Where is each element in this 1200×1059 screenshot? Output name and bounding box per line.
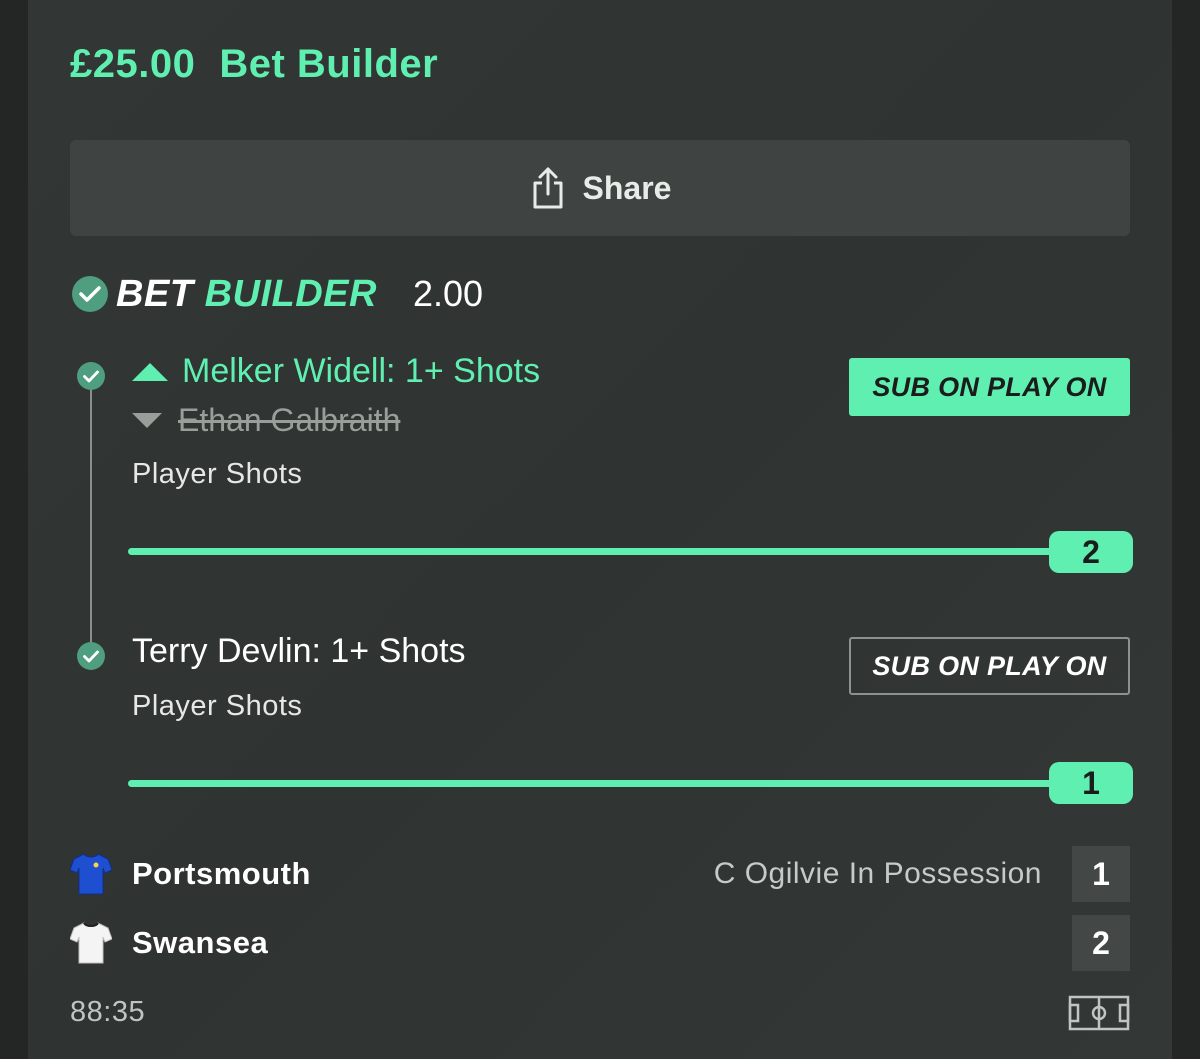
share-label: Share (582, 169, 672, 206)
leg1-title-text: Melker Widell: 1+ Shots (182, 352, 541, 390)
away-team-row: Swansea 2 (70, 915, 1130, 971)
home-score: 1 (1072, 846, 1130, 902)
timeline-connector (90, 385, 92, 655)
home-kit-icon (70, 852, 112, 896)
bet-builder-row: BET BUILDER 2.00 (72, 270, 483, 318)
match-clock: 88:35 (70, 996, 146, 1028)
leg1-market: Player Shots (132, 458, 303, 490)
logo-part2: BUILDER (204, 272, 377, 315)
leg2-progress-fill (128, 780, 1128, 787)
stake-amount: £25.00 (70, 42, 196, 86)
leg2-sub-on-play-on-button[interactable]: SUB ON PLAY ON (849, 637, 1130, 695)
leg2-progress-value: 1 (1049, 762, 1133, 804)
leg1-title: Melker Widell: 1+ Shots (132, 352, 540, 391)
home-team-row: Portsmouth C Ogilvie In Possession 1 (70, 846, 1130, 902)
pitch-icon[interactable] (1068, 995, 1130, 1031)
leg1-check-icon (77, 362, 105, 390)
left-frame (0, 0, 28, 1059)
replaced-player-name: Ethan Galbraith (178, 402, 401, 438)
leg1-progress-fill (128, 548, 1128, 555)
bet-odds: 2.00 (412, 273, 484, 314)
sub-off-arrow-down-icon (132, 413, 162, 428)
leg2-title: Terry Devlin: 1+ Shots (132, 632, 466, 670)
leg2-check-icon (77, 642, 105, 670)
share-icon (533, 167, 563, 209)
leg1-replaced-player: Ethan Galbraith (132, 402, 400, 439)
sub-on-arrow-up-icon (132, 362, 168, 381)
leg1-sub-on-play-on-button[interactable]: SUB ON PLAY ON (849, 358, 1130, 416)
away-score: 2 (1072, 915, 1130, 971)
bet-header: £25.00 Bet Builder (70, 42, 438, 87)
check-circle-icon (72, 276, 108, 312)
bet-type-title: Bet Builder (219, 42, 439, 86)
logo-part1: BET (116, 272, 194, 315)
away-team-name: Swansea (132, 925, 269, 960)
home-team-name: Portsmouth (132, 856, 311, 891)
right-frame (1172, 0, 1200, 1059)
leg1-progress-value: 2 (1049, 531, 1133, 573)
possession-status: C Ogilvie In Possession (713, 857, 1042, 890)
away-kit-icon (70, 921, 112, 965)
bet-builder-logo: BET BUILDER (116, 273, 377, 316)
leg2-market: Player Shots (132, 690, 303, 722)
leg1-progress-track (128, 548, 1128, 555)
share-button[interactable]: Share (70, 140, 1130, 236)
leg2-progress-track (128, 780, 1128, 787)
